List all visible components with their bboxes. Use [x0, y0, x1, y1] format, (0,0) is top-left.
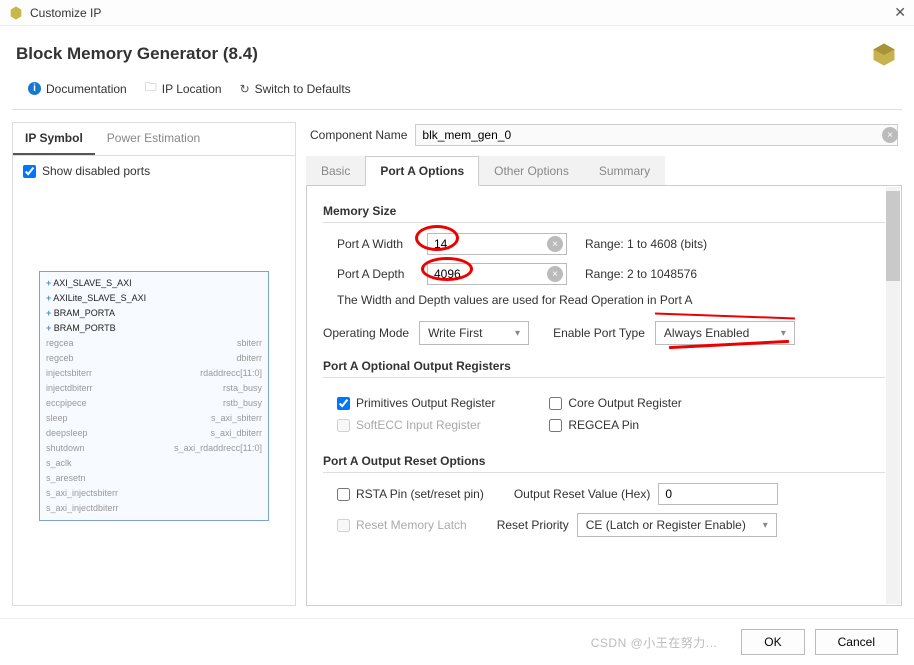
watermark: CSDN @小王在努力...	[591, 634, 718, 651]
tab-content: Memory Size Port A Width × Range: 1 to 4…	[306, 186, 902, 606]
port-a-width-input[interactable]	[427, 233, 567, 255]
ip-block: + AXI_SLAVE_S_AXI + AXILite_SLAVE_S_AXI …	[39, 271, 269, 521]
operating-mode-select[interactable]: Write First ▾	[419, 321, 529, 345]
cancel-button[interactable]: Cancel	[815, 629, 898, 655]
switch-defaults-link[interactable]: ↻ Switch to Defaults	[240, 82, 351, 96]
window-title: Customize IP	[30, 6, 101, 20]
memory-size-note: The Width and Depth values are used for …	[337, 293, 885, 307]
clear-depth-icon[interactable]: ×	[547, 266, 563, 282]
show-disabled-ports-checkbox[interactable]	[23, 165, 36, 178]
chevron-down-icon: ▾	[515, 328, 520, 339]
core-output-register-row: Core Output Register	[549, 396, 681, 410]
output-registers-heading: Port A Optional Output Registers	[323, 359, 885, 378]
refresh-icon: ↻	[240, 82, 250, 96]
toolbar: i Documentation 🗀 IP Location ↻ Switch t…	[12, 78, 902, 110]
vendor-logo-icon	[870, 40, 898, 68]
ip-symbol-canvas: + AXI_SLAVE_S_AXI + AXILite_SLAVE_S_AXI …	[13, 186, 295, 605]
output-reset-value-input[interactable]	[658, 483, 778, 505]
chevron-down-icon: ▾	[781, 328, 786, 339]
tab-summary[interactable]: Summary	[584, 156, 665, 185]
show-disabled-ports-row: Show disabled ports	[13, 156, 295, 186]
reset-memory-latch-label: Reset Memory Latch	[356, 518, 467, 532]
header: Block Memory Generator (8.4)	[0, 26, 914, 78]
documentation-link[interactable]: i Documentation	[28, 82, 127, 96]
reset-priority-select[interactable]: CE (Latch or Register Enable) ▾	[577, 513, 777, 537]
port-a-width-label: Port A Width	[337, 237, 419, 251]
regcea-pin-checkbox[interactable]	[549, 419, 562, 432]
primitives-output-register-checkbox[interactable]	[337, 397, 350, 410]
enable-port-type-label: Enable Port Type	[553, 326, 645, 340]
config-tabs: Basic Port A Options Other Options Summa…	[306, 156, 902, 186]
enable-port-type-select[interactable]: Always Enabled ▾	[655, 321, 795, 345]
regcea-pin-row: REGCEA Pin	[549, 418, 681, 432]
clear-component-name-icon[interactable]: ×	[882, 127, 898, 143]
port-a-depth-range: Range: 2 to 1048576	[585, 267, 697, 281]
show-disabled-ports-label: Show disabled ports	[42, 164, 150, 178]
left-tabs: IP Symbol Power Estimation	[13, 123, 295, 156]
primitives-output-register-row: Primitives Output Register	[337, 396, 495, 410]
scrollbar[interactable]	[886, 187, 900, 604]
component-name-row: Component Name ×	[306, 122, 902, 156]
tab-port-a-options[interactable]: Port A Options	[365, 156, 479, 186]
ok-button[interactable]: OK	[741, 629, 804, 655]
component-name-label: Component Name	[310, 128, 407, 142]
rsta-pin-checkbox[interactable]	[337, 488, 350, 501]
reset-options-heading: Port A Output Reset Options	[323, 454, 885, 473]
body: IP Symbol Power Estimation Show disabled…	[0, 110, 914, 618]
app-logo-icon	[8, 5, 24, 21]
output-reset-value-label: Output Reset Value (Hex)	[514, 487, 651, 501]
right-panel: Component Name × Basic Port A Options Ot…	[306, 122, 902, 606]
port-a-width-range: Range: 1 to 4608 (bits)	[585, 237, 707, 251]
info-icon: i	[28, 82, 41, 95]
footer: CSDN @小王在努力... OK Cancel	[0, 618, 914, 665]
left-panel: IP Symbol Power Estimation Show disabled…	[12, 122, 296, 606]
page-title: Block Memory Generator (8.4)	[16, 44, 258, 64]
softecc-input-register-checkbox	[337, 419, 350, 432]
port-a-depth-label: Port A Depth	[337, 267, 419, 281]
softecc-input-register-row: SoftECC Input Register	[337, 418, 495, 432]
clear-width-icon[interactable]: ×	[547, 236, 563, 252]
ip-location-link[interactable]: 🗀 IP Location	[145, 78, 222, 99]
tab-power-estimation[interactable]: Power Estimation	[95, 123, 212, 155]
customize-ip-window: Customize IP ✕ Block Memory Generator (8…	[0, 0, 914, 665]
tab-basic[interactable]: Basic	[306, 156, 365, 185]
core-output-register-checkbox[interactable]	[549, 397, 562, 410]
memory-size-heading: Memory Size	[323, 204, 885, 223]
tab-ip-symbol[interactable]: IP Symbol	[13, 123, 95, 155]
port-a-depth-input[interactable]	[427, 263, 567, 285]
close-icon[interactable]: ✕	[894, 4, 906, 21]
tab-other-options[interactable]: Other Options	[479, 156, 584, 185]
rsta-pin-label: RSTA Pin (set/reset pin)	[356, 487, 484, 501]
reset-priority-label: Reset Priority	[497, 518, 569, 532]
reset-memory-latch-checkbox	[337, 519, 350, 532]
chevron-down-icon: ▾	[763, 520, 768, 531]
operating-mode-label: Operating Mode	[323, 326, 409, 340]
component-name-input[interactable]	[415, 124, 898, 146]
folder-icon: 🗀	[145, 78, 157, 99]
titlebar: Customize IP ✕	[0, 0, 914, 26]
